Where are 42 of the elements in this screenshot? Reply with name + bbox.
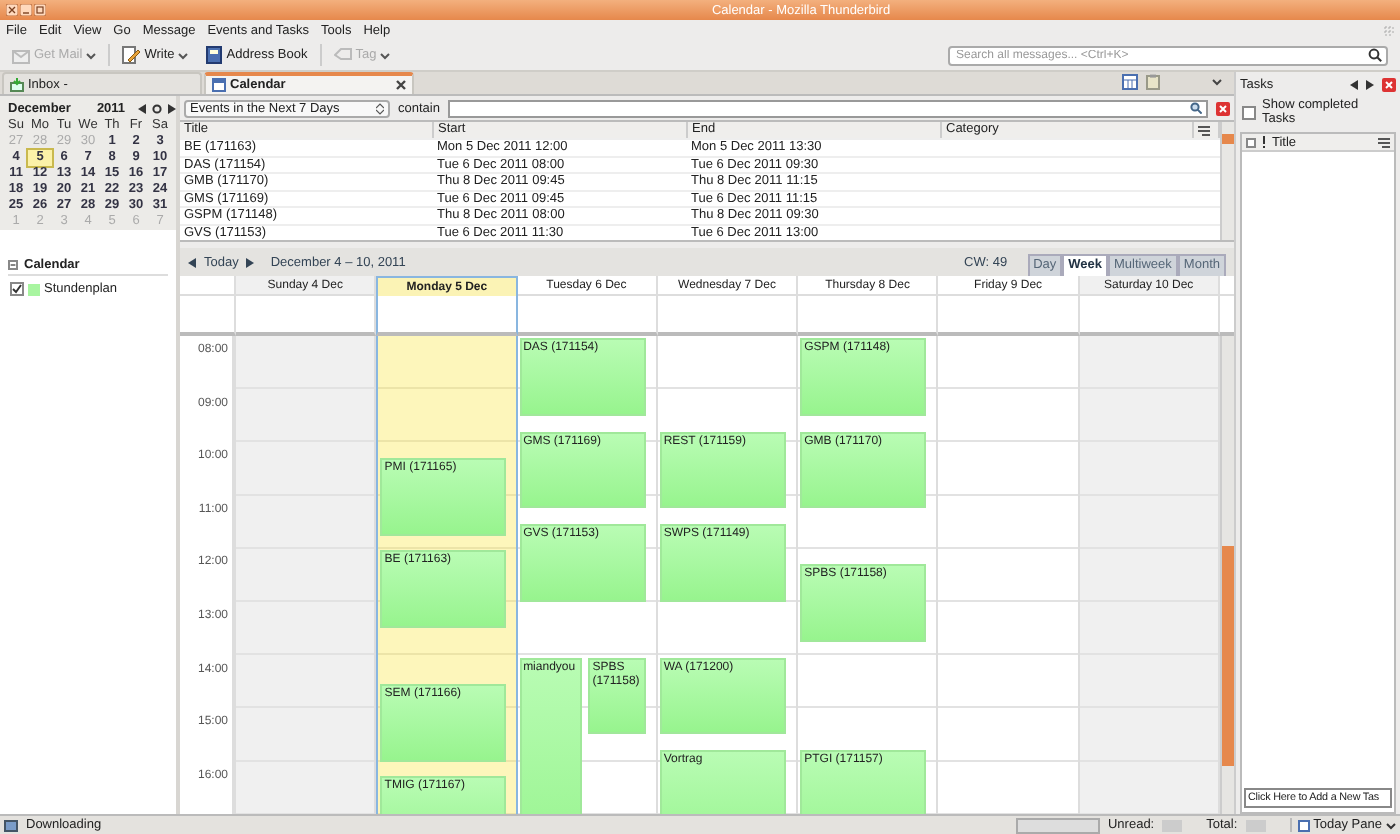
- calendar-icon: [1297, 819, 1310, 831]
- search-icon: [1190, 102, 1202, 114]
- previous-icon[interactable]: [188, 257, 196, 267]
- checkbox-icon[interactable]: [1246, 137, 1256, 147]
- caret-icon: [1386, 821, 1396, 829]
- calendar-color-swatch: [28, 283, 40, 295]
- minimize-icon[interactable]: [20, 4, 32, 16]
- close-icon[interactable]: [396, 80, 406, 90]
- checked-checkbox-icon[interactable]: [10, 282, 24, 296]
- caret-icon: [86, 51, 97, 59]
- scrollbar[interactable]: [1220, 122, 1234, 240]
- next-icon[interactable]: [1366, 79, 1374, 89]
- previous-icon[interactable]: [1350, 79, 1358, 89]
- clipboard-icon[interactable]: [1146, 74, 1160, 90]
- today-dot-icon[interactable]: [151, 104, 162, 114]
- pencil-paper-icon: [122, 46, 141, 64]
- caret-icon: [380, 51, 391, 59]
- tag-icon: [333, 47, 352, 63]
- calendar-view-icon[interactable]: [1122, 74, 1138, 90]
- column-picker-icon[interactable]: [1198, 125, 1210, 135]
- updown-icon: [376, 101, 384, 115]
- column-picker-icon[interactable]: [1378, 137, 1390, 147]
- search-icon: [1368, 48, 1382, 62]
- clear-icon[interactable]: [1216, 101, 1230, 115]
- collapse-icon[interactable]: [8, 260, 18, 270]
- previous-icon[interactable]: [137, 104, 146, 114]
- next-icon[interactable]: [167, 104, 176, 114]
- maximize-icon[interactable]: [34, 4, 46, 16]
- blurred-block: [1245, 819, 1266, 831]
- blurred-block: [1162, 819, 1183, 831]
- calendar-icon: [212, 78, 226, 92]
- inbox-icon: [10, 77, 24, 91]
- book-icon: [206, 46, 223, 64]
- filter-field[interactable]: [447, 99, 1208, 117]
- chevron-icon[interactable]: [1212, 78, 1222, 86]
- caret-icon: [178, 51, 189, 59]
- activity-icon: [4, 818, 18, 832]
- close-icon[interactable]: [6, 4, 18, 16]
- envelope-icon: [12, 47, 30, 63]
- checkbox-icon[interactable]: [1242, 105, 1256, 119]
- grip-icon: [1384, 25, 1394, 35]
- next-icon[interactable]: [246, 257, 255, 267]
